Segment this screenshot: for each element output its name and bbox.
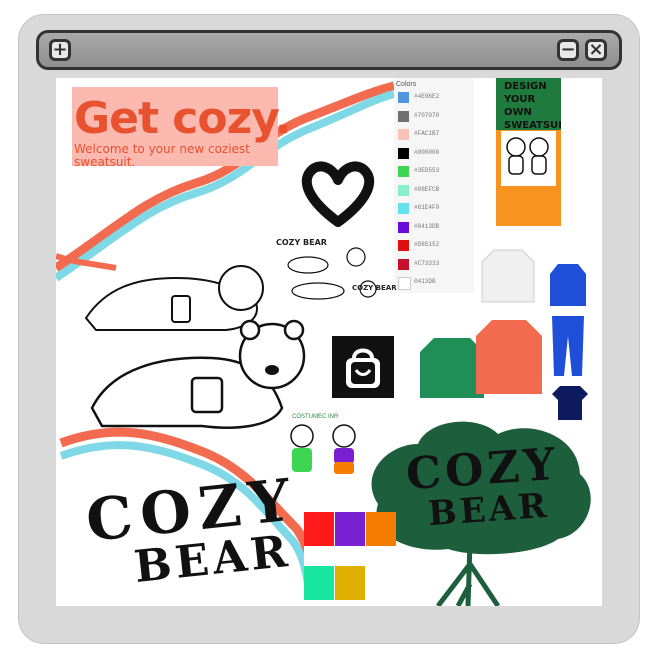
palette-swatch-red [304,512,334,546]
swatch-hex: #707070 [414,111,440,119]
swatch-row[interactable]: #D85152 [398,240,472,252]
cozy-bear-sketches [287,247,377,300]
palette-swatch-orange [366,512,396,546]
swatch-hex: #61E4F0 [414,204,440,211]
palette-swatch-purple [335,512,365,546]
add-window-button[interactable]: + [49,39,71,61]
swatch-hex: #FAC1B7 [414,130,440,137]
palette-swatch-mint [304,566,334,600]
swatch-chip [398,221,409,233]
swatch-row[interactable]: #707070 [398,110,472,123]
swatch-chip [398,147,409,159]
swatch-row[interactable]: 0413DB [398,277,472,290]
plus-icon: + [52,39,68,60]
swatch-hex: #88EFCB [414,185,440,193]
minimize-button[interactable]: − [557,39,579,61]
design-sweatsuit-poster[interactable]: DESIGN YOUR OWN SWEATSUIT [496,78,561,226]
palette-swatch-gold [335,566,365,600]
swatch-chip [398,184,409,196]
minimize-icon: − [560,39,576,60]
swatch-chip [398,258,409,270]
swatch-row[interactable]: #61E4F0 [398,203,472,215]
blue-hoodie-image[interactable] [548,260,588,310]
palette-card [304,512,396,606]
white-hoodie-image[interactable] [480,242,536,308]
window-titlebar[interactable]: + − × [36,30,622,70]
swatch-chip [398,240,409,251]
close-button[interactable]: × [585,39,607,61]
swatch-chip [398,92,409,103]
orange-hoodie-image[interactable] [474,314,544,398]
swatch-row[interactable]: #C73333 [398,258,472,271]
swatch-row[interactable]: #0413DB [398,221,472,234]
swatch-row[interactable]: #3ED553 [398,166,472,178]
swatch-chip [398,166,409,177]
ad-title: Get cozy. [74,93,292,144]
swatch-header: Colors [396,81,417,88]
poster-bears-image [501,131,556,186]
swatch-row[interactable]: #FAC1B7 [398,129,472,141]
swatch-hex: #D85152 [414,241,440,248]
swatch-hex: #C73333 [414,259,440,267]
swatch-chip [398,110,409,122]
swatch-hex: #000000 [414,148,440,156]
color-swatch-panel: Colors #4E96E2 #707070 #FAC1B7 #000000 #3ED5… [394,78,474,293]
swatch-hex: #0413DB [414,222,440,230]
big-bear-drawing [90,319,306,429]
blue-sweatpants-image[interactable] [548,314,588,380]
costume-label: COSTUMEC INR [292,414,339,420]
moodboard-canvas: Get cozy. Welcome to your new coziest sw… [56,78,602,606]
heart-icon [301,161,375,227]
swatch-row[interactable]: #000000 [398,147,472,160]
shopping-bag-icon [332,336,394,398]
swatch-hex: 0413DB [414,278,436,285]
swatch-chip [398,277,411,290]
swatch-chip [398,129,409,140]
poster-text: DESIGN YOUR OWN SWEATSUIT [504,81,561,131]
swatch-hex: #3ED553 [414,167,440,174]
cozy-bear-sketch-label-2: COZY BEAR [352,284,397,292]
swatch-chip [398,203,409,214]
swatch-row[interactable]: #4E96E2 [398,92,472,104]
swatch-row[interactable]: #88EFCB [398,184,472,197]
swatch-hex: #4E96E2 [414,93,440,100]
costumed-bears-image [290,424,356,474]
ad-subtitle: Welcome to your new coziest sweatsuit. [74,142,250,169]
ad-banner[interactable]: Get cozy. Welcome to your new coziest sw… [72,87,292,169]
tree-bear-text: BEAR [426,485,551,535]
close-icon: × [588,39,604,60]
